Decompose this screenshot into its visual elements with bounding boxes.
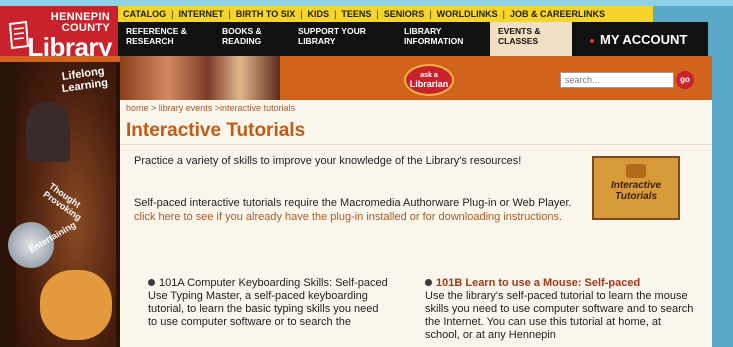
tutorial-desc: Use the library's self-paced tutorial to… [425, 290, 694, 341]
tutorial-101b: 101B Learn to use a Mouse: Self-paced Us… [425, 277, 695, 342]
left-artwork: Lifelong Learning Thought Provoking Ente… [0, 62, 120, 347]
plugin-paragraph: Self-paced interactive tutorials require… [134, 196, 574, 224]
nav-label: BOOKS & [222, 26, 262, 36]
right-edge [712, 56, 733, 347]
interactive-tutorials-icon[interactable]: Interactive Tutorials [592, 156, 680, 220]
nav-label: CLASSES [498, 36, 539, 46]
nav-reference-research[interactable]: REFERENCE & RESEARCH [126, 26, 187, 46]
artwork-bear [40, 270, 112, 340]
breadcrumb[interactable]: home > library events >interactive tutor… [126, 103, 295, 113]
banner-photos [120, 56, 280, 100]
toplink-job-careerlinks[interactable]: JOB & CAREERLINKS [505, 9, 610, 19]
nav-books-reading[interactable]: BOOKS & READING [222, 26, 262, 46]
page-title: Interactive Tutorials [126, 120, 306, 141]
bullet-icon [590, 38, 594, 43]
tutorial-title[interactable]: 101B Learn to use a Mouse: Self-paced [436, 277, 640, 289]
nav-label: LIBRARY [404, 26, 442, 36]
nav-label: INFORMATION [404, 36, 464, 46]
nav-events-classes[interactable]: EVENTS & CLASSES [490, 22, 572, 56]
divider [120, 144, 712, 145]
artwork-person [26, 102, 70, 162]
main-content: home > library events >interactive tutor… [120, 100, 712, 347]
library-logo[interactable]: HENNEPIN COUNTY Library [0, 6, 118, 62]
tutorial-101a: 101A Computer Keyboarding Skills: Self-p… [148, 277, 388, 329]
hand-icon [626, 164, 646, 178]
toplink-seniors[interactable]: SENIORS [379, 9, 430, 19]
bullet-icon [148, 279, 155, 286]
my-account-link[interactable]: MY ACCOUNT [590, 32, 687, 47]
my-account-label: MY ACCOUNT [600, 32, 688, 47]
plugin-link[interactable]: click here to see if you already have th… [134, 211, 562, 223]
toplink-kids[interactable]: KIDS [303, 9, 335, 19]
nav-library-information[interactable]: LIBRARY INFORMATION [404, 26, 463, 46]
nav-support-library[interactable]: SUPPORT YOUR LIBRARY [298, 26, 366, 46]
toplink-internet[interactable]: INTERNET [174, 9, 229, 19]
bullet-icon [425, 279, 432, 286]
page: HENNEPIN COUNTY Library CATALOG | INTERNE… [0, 0, 733, 347]
plugin-text: Self-paced interactive tutorials require… [134, 197, 572, 209]
nav-label: RESEARCH [126, 36, 174, 46]
toplink-catalog[interactable]: CATALOG [118, 9, 171, 19]
search-input[interactable] [560, 72, 674, 88]
toplink-birth-to-six[interactable]: BIRTH TO SIX [231, 9, 300, 19]
toplink-teens[interactable]: TEENS [336, 9, 376, 19]
toplink-worldlinks[interactable]: WORLDLINKS [432, 9, 503, 19]
go-button-icon[interactable]: go [676, 71, 694, 89]
nav-label: READING [222, 36, 262, 46]
nav-label: SUPPORT YOUR [298, 26, 366, 36]
tutorial-title[interactable]: 101A Computer Keyboarding Skills: Self-p… [159, 277, 388, 289]
tutorial-icon-label: Interactive Tutorials [610, 180, 662, 202]
nav-label: EVENTS & [498, 26, 541, 36]
ask-line-2: Librarian [409, 79, 449, 89]
main-nav: REFERENCE & RESEARCH BOOKS & READING SUP… [118, 22, 708, 56]
nav-label: LIBRARY [298, 36, 336, 46]
intro-text: Practice a variety of skills to improve … [134, 155, 522, 167]
tutorial-desc: Use Typing Master, a self-paced keyboard… [148, 290, 379, 328]
top-links-bar: CATALOG | INTERNET | BIRTH TO SIX | KIDS | T… [118, 6, 653, 22]
nav-label: REFERENCE & [126, 26, 187, 36]
ask-a-librarian-button[interactable]: ask a Librarian [404, 64, 454, 96]
